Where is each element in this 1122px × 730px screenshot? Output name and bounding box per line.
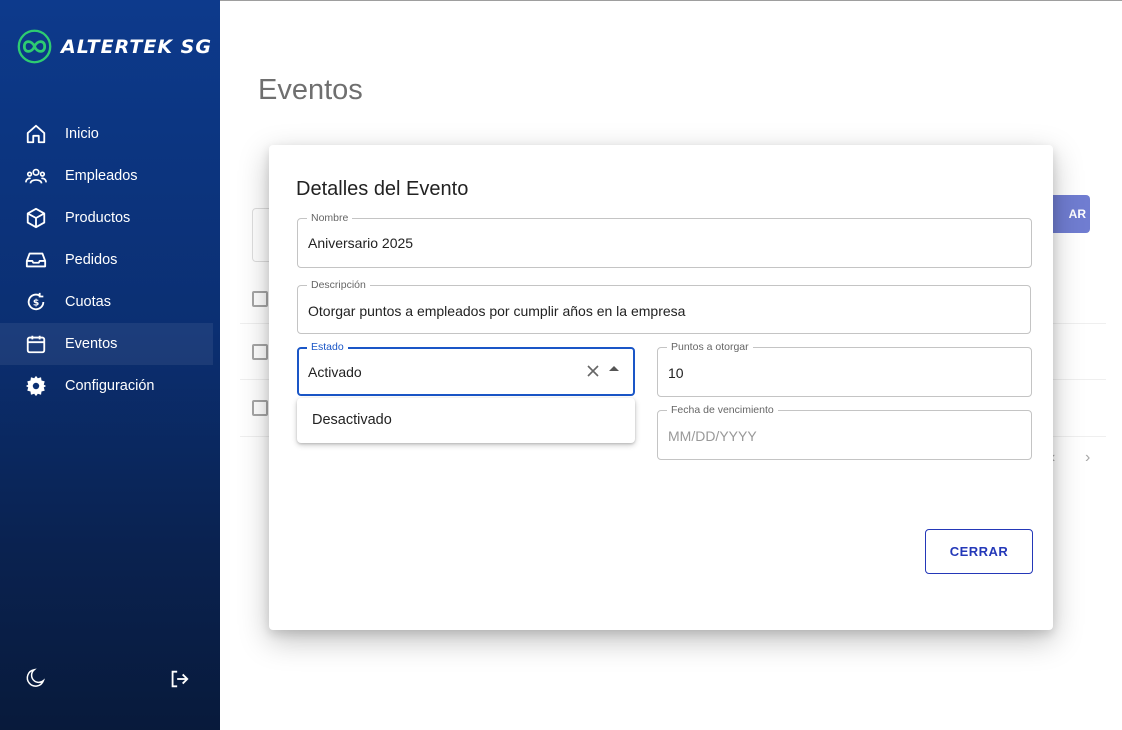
estado-dropdown-menu: Desactivado xyxy=(297,398,635,443)
fecha-label: Fecha de vencimiento xyxy=(667,404,778,416)
users-icon xyxy=(25,165,47,187)
brand-logo[interactable]: ALTERTEK SG xyxy=(16,28,212,65)
brand-name: ALTERTEK SG xyxy=(61,35,212,58)
descripcion-value: Otorgar puntos a empleados por cumplir a… xyxy=(308,303,686,319)
sidebar-item-pedidos[interactable]: Pedidos xyxy=(0,239,213,281)
estado-select[interactable]: Estado Activado xyxy=(297,341,635,396)
fecha-placeholder: MM/DD/YYYY xyxy=(668,428,757,444)
chevron-up-icon[interactable] xyxy=(609,366,619,371)
moon-icon[interactable] xyxy=(25,667,47,689)
calendar-icon xyxy=(25,333,47,355)
sidebar-item-productos[interactable]: Productos xyxy=(0,197,213,239)
sidebar-item-label: Cuotas xyxy=(65,294,111,310)
sidebar-item-label: Eventos xyxy=(65,336,118,352)
puntos-label: Puntos a otorgar xyxy=(667,341,753,353)
sidebar-item-inicio[interactable]: Inicio xyxy=(0,113,213,155)
infinity-logo-icon xyxy=(17,29,52,64)
sidebar-item-label: Configuración xyxy=(65,378,155,394)
clear-icon[interactable] xyxy=(586,364,600,378)
nombre-label: Nombre xyxy=(307,212,353,224)
gear-icon xyxy=(25,375,47,397)
sidebar-item-label: Pedidos xyxy=(65,252,118,268)
sidebar-item-eventos[interactable]: Eventos xyxy=(0,323,213,365)
descripcion-label: Descripción xyxy=(307,279,370,291)
descripcion-field[interactable]: Descripción Otorgar puntos a empleados p… xyxy=(297,279,1031,334)
estado-label: Estado xyxy=(307,341,348,353)
sidebar-item-cuotas[interactable]: $ Cuotas xyxy=(0,281,213,323)
logout-icon[interactable] xyxy=(168,668,190,690)
nombre-value: Aniversario 2025 xyxy=(308,235,414,251)
sidebar: ALTERTEK SG Inicio Empleados Productos P… xyxy=(0,0,220,730)
svg-text:$: $ xyxy=(33,298,39,309)
sidebar-item-label: Productos xyxy=(65,210,131,226)
sidebar-item-configuracion[interactable]: Configuración xyxy=(0,365,213,407)
sidebar-item-label: Empleados xyxy=(65,168,138,184)
puntos-field[interactable]: Puntos a otorgar 10 xyxy=(657,341,1032,397)
sidebar-nav: Inicio Empleados Productos Pedidos $ Cuo… xyxy=(0,113,220,407)
fecha-field[interactable]: Fecha de vencimiento MM/DD/YYYY xyxy=(657,404,1032,460)
estado-option-desactivado[interactable]: Desactivado xyxy=(312,412,392,428)
sidebar-item-label: Inicio xyxy=(65,126,99,142)
refresh-dollar-icon: $ xyxy=(25,291,47,313)
event-details-dialog: Detalles del Evento Nombre Aniversario 2… xyxy=(269,145,1053,630)
inbox-icon xyxy=(25,249,47,271)
sidebar-item-empleados[interactable]: Empleados xyxy=(0,155,213,197)
close-button[interactable]: CERRAR xyxy=(925,529,1033,574)
cube-icon xyxy=(25,207,47,229)
puntos-value: 10 xyxy=(668,365,684,381)
dialog-title: Detalles del Evento xyxy=(296,178,469,200)
nombre-field[interactable]: Nombre Aniversario 2025 xyxy=(297,212,1032,268)
estado-value: Activado xyxy=(308,364,362,380)
home-icon xyxy=(25,123,47,145)
